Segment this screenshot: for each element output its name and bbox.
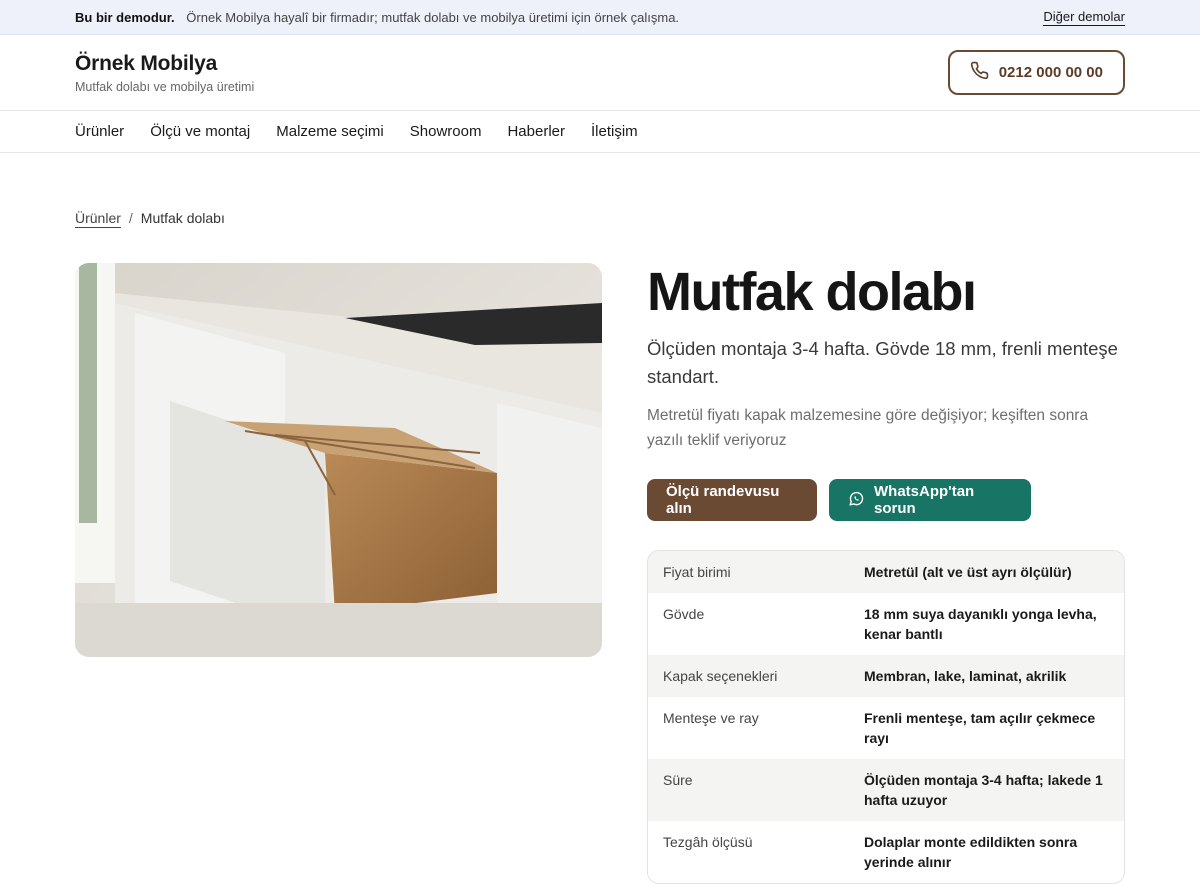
demo-banner-text: Bu bir demodur. Örnek Mobilya hayalî bir… — [75, 10, 679, 25]
spec-key: Tezgâh ölçüsü — [663, 834, 753, 850]
spec-row: Kapak seçenekleri Membran, lake, laminat,… — [648, 655, 1124, 697]
nav-item-haberler[interactable]: Haberler — [507, 123, 565, 140]
spec-value: Frenli menteşe, tam açılır çekmece rayı — [864, 710, 1096, 746]
whatsapp-icon — [848, 490, 865, 511]
spec-key: Menteşe ve ray — [663, 710, 759, 726]
spec-row: Menteşe ve ray Frenli menteşe, tam açılır… — [648, 697, 1124, 759]
spec-key: Kapak seçenekleri — [663, 668, 778, 684]
spec-key: Fiyat birimi — [663, 564, 731, 580]
nav-item-showroom[interactable]: Showroom — [410, 123, 482, 140]
nav-item-olcu-montaj[interactable]: Ölçü ve montaj — [150, 123, 250, 140]
main-nav: Ürünler Ölçü ve montaj Malzeme seçimi Sh… — [0, 111, 1200, 153]
product-lead: Ölçüden montaja 3-4 hafta. Gövde 18 mm, … — [647, 338, 1118, 387]
spec-key: Süre — [663, 772, 693, 788]
spec-value: Dolaplar monte edildikten sonra yerinde … — [864, 834, 1078, 870]
product-title: Mutfak dolabı — [647, 262, 977, 322]
whatsapp-button[interactable]: WhatsApp'tan sorun — [829, 479, 1031, 521]
phone-button[interactable]: 0212 000 00 00 — [947, 50, 1125, 95]
demo-description: Örnek Mobilya hayalî bir firmadır; mutfa… — [186, 9, 680, 25]
product-note: Metretül fiyatı kapak malzemesine göre d… — [647, 407, 1089, 449]
spec-row: Gövde 18 mm suya dayanıklı yonga levha, k… — [648, 593, 1124, 655]
spec-row: Süre Ölçüden montaja 3-4 hafta; lakede 1 … — [648, 759, 1124, 821]
whatsapp-label: WhatsApp'tan sorun — [874, 483, 975, 517]
breadcrumb-current: Mutfak dolabı — [140, 210, 225, 226]
nav-item-malzeme[interactable]: Malzeme seçimi — [276, 123, 384, 140]
product-image — [75, 263, 602, 657]
spec-value: 18 mm suya dayanıklı yonga levha, kenar … — [864, 606, 1097, 642]
phone-icon — [970, 61, 989, 84]
spec-value: Metretül (alt ve üst ayrı ölçülür) — [864, 564, 1072, 580]
demo-banner: Bu bir demodur. Örnek Mobilya hayalî bir… — [0, 0, 1200, 35]
cta-group: Ölçü randevusu alın WhatsApp'tan sorun — [647, 479, 1125, 521]
spec-row: Tezgâh ölçüsü Dolaplar monte edildikten s… — [648, 821, 1124, 883]
demo-label: Bu bir demodur. — [75, 9, 175, 25]
breadcrumb: Ürünler / Mutfak dolabı — [75, 210, 225, 228]
brand[interactable]: Örnek Mobilya Mutfak dolabı ve mobilya ü… — [75, 52, 254, 94]
spec-value: Membran, lake, laminat, akrilik — [864, 668, 1067, 684]
phone-number: 0212 000 00 00 — [998, 64, 1103, 81]
other-demos-link[interactable]: Diğer demolar — [1043, 9, 1125, 26]
spec-table: Fiyat birimi Metretül (alt ve üst ayrı öl… — [647, 550, 1125, 884]
breadcrumb-parent-link[interactable]: Ürünler — [75, 210, 121, 228]
brand-name: Örnek Mobilya — [75, 51, 218, 75]
measure-appointment-button[interactable]: Ölçü randevusu alın — [647, 479, 817, 521]
spec-row: Fiyat birimi Metretül (alt ve üst ayrı öl… — [648, 551, 1124, 593]
product-info: Mutfak dolabı Ölçüden montaja 3-4 hafta.… — [647, 263, 1125, 521]
spec-key: Gövde — [663, 606, 705, 622]
brand-tagline: Mutfak dolabı ve mobilya üretimi — [75, 79, 255, 94]
site-header: Örnek Mobilya Mutfak dolabı ve mobilya ü… — [0, 35, 1200, 111]
breadcrumb-separator: / — [128, 210, 133, 226]
nav-item-iletisim[interactable]: İletişim — [591, 123, 638, 140]
nav-item-urunler[interactable]: Ürünler — [75, 123, 124, 140]
spec-value: Ölçüden montaja 3-4 hafta; lakede 1 haft… — [864, 772, 1103, 808]
